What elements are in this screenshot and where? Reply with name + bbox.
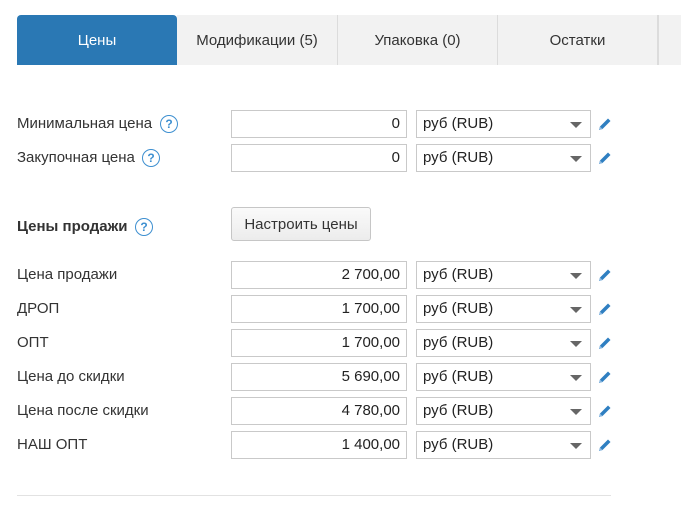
our-wholesale-label: НАШ ОПТ: [17, 436, 88, 453]
drop-price-row: ДРОП 1 700,00 руб (RUB): [0, 295, 681, 323]
price-before-discount-input[interactable]: 5 690,00: [231, 363, 407, 391]
chevron-down-icon: [570, 443, 582, 449]
chevron-down-icon: [570, 156, 582, 162]
currency-value: руб (RUB): [423, 115, 494, 132]
tab-packaging[interactable]: Упаковка (0): [338, 15, 498, 65]
drop-price-input[interactable]: 1 700,00: [231, 295, 407, 323]
sale-price-input[interactable]: 2 700,00: [231, 261, 407, 289]
pencil-icon[interactable]: [597, 369, 613, 385]
help-icon[interactable]: ?: [142, 149, 160, 167]
min-price-row: Минимальная цена ? 0 руб (RUB): [0, 110, 681, 138]
price-after-discount-label: Цена после скидки: [17, 402, 149, 419]
chevron-down-icon: [570, 307, 582, 313]
our-wholesale-currency-select[interactable]: руб (RUB): [416, 431, 591, 459]
pencil-icon[interactable]: [597, 437, 613, 453]
chevron-down-icon: [570, 409, 582, 415]
purchase-price-label: Закупочная цена: [17, 149, 135, 166]
price-before-discount-currency-select[interactable]: руб (RUB): [416, 363, 591, 391]
tab-overflow[interactable]: [658, 15, 681, 65]
wholesale-price-row: ОПТ 1 700,00 руб (RUB): [0, 329, 681, 357]
tab-prices[interactable]: Цены: [17, 15, 177, 65]
wholesale-price-label: ОПТ: [17, 334, 49, 351]
currency-value: руб (RUB): [423, 368, 494, 385]
min-price-label: Минимальная цена: [17, 115, 153, 132]
currency-value: руб (RUB): [423, 436, 494, 453]
price-after-discount-input[interactable]: 4 780,00: [231, 397, 407, 425]
configure-prices-button[interactable]: Настроить цены: [231, 207, 371, 241]
pencil-icon[interactable]: [597, 403, 613, 419]
chevron-down-icon: [570, 375, 582, 381]
purchase-price-currency-select[interactable]: руб (RUB): [416, 144, 591, 172]
wholesale-price-currency-select[interactable]: руб (RUB): [416, 329, 591, 357]
price-after-discount-currency-select[interactable]: руб (RUB): [416, 397, 591, 425]
price-after-discount-row: Цена после скидки 4 780,00 руб (RUB): [0, 397, 681, 425]
help-icon[interactable]: ?: [160, 115, 178, 133]
tab-bar: Цены Модификации (5) Упаковка (0) Остатк…: [17, 15, 681, 65]
price-before-discount-row: Цена до скидки 5 690,00 руб (RUB): [0, 363, 681, 391]
currency-value: руб (RUB): [423, 149, 494, 166]
chevron-down-icon: [570, 122, 582, 128]
currency-value: руб (RUB): [423, 334, 494, 351]
currency-value: руб (RUB): [423, 402, 494, 419]
pencil-icon[interactable]: [597, 116, 613, 132]
pencil-icon[interactable]: [597, 301, 613, 317]
currency-value: руб (RUB): [423, 266, 494, 283]
sale-price-currency-select[interactable]: руб (RUB): [416, 261, 591, 289]
tab-modifications[interactable]: Модификации (5): [177, 15, 338, 65]
drop-price-currency-select[interactable]: руб (RUB): [416, 295, 591, 323]
pencil-icon[interactable]: [597, 267, 613, 283]
our-wholesale-input[interactable]: 1 400,00: [231, 431, 407, 459]
pencil-icon[interactable]: [597, 335, 613, 351]
pencil-icon[interactable]: [597, 150, 613, 166]
purchase-price-row: Закупочная цена ? 0 руб (RUB): [0, 144, 681, 172]
min-price-currency-select[interactable]: руб (RUB): [416, 110, 591, 138]
drop-price-label: ДРОП: [17, 300, 60, 317]
currency-value: руб (RUB): [423, 300, 494, 317]
min-price-input[interactable]: 0: [231, 110, 407, 138]
price-before-discount-label: Цена до скидки: [17, 368, 125, 385]
chevron-down-icon: [570, 273, 582, 279]
help-icon[interactable]: ?: [135, 218, 153, 236]
tab-stock[interactable]: Остатки: [498, 15, 658, 65]
our-wholesale-row: НАШ ОПТ 1 400,00 руб (RUB): [0, 431, 681, 459]
purchase-price-input[interactable]: 0: [231, 144, 407, 172]
wholesale-price-input[interactable]: 1 700,00: [231, 329, 407, 357]
sale-price-row: Цена продажи 2 700,00 руб (RUB): [0, 261, 681, 289]
sale-prices-heading: Цены продажи: [17, 218, 128, 235]
chevron-down-icon: [570, 341, 582, 347]
sale-price-label: Цена продажи: [17, 266, 118, 283]
section-divider: [17, 495, 611, 496]
